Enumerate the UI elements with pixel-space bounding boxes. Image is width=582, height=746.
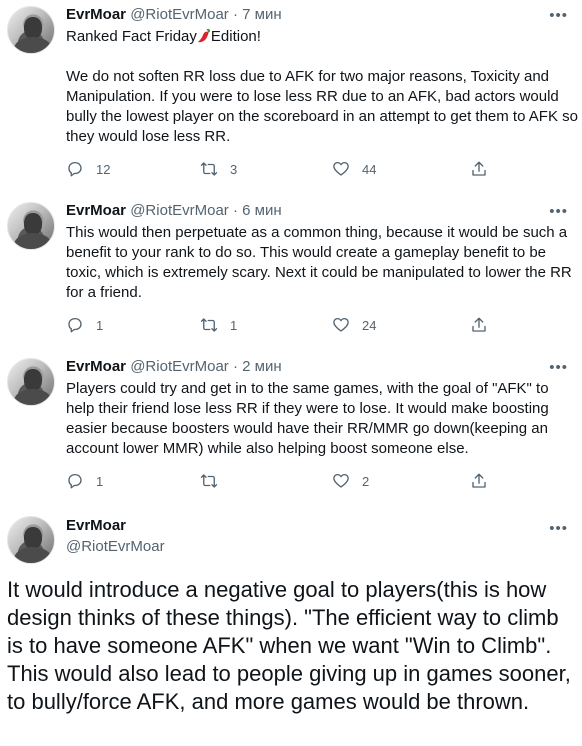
tweet-title: Ranked Fact Friday: [66, 28, 197, 45]
separator-dot: ·: [232, 202, 238, 219]
reply-count: 12: [96, 161, 111, 177]
reply-icon: [68, 317, 82, 333]
share-button[interactable]: [470, 471, 488, 491]
retweet-icon: [200, 318, 218, 332]
share-icon: [472, 473, 486, 488]
more-horizontal-icon[interactable]: •••: [549, 360, 568, 375]
tweet-header: EvrMoar @RiotEvrMoar · 2 мин: [66, 357, 282, 377]
user-handle[interactable]: @RiotEvrMoar: [130, 202, 229, 219]
tweet-text: Players could try and get in to the same…: [66, 379, 578, 459]
tweet-body: We do not soften RR loss due to AFK for …: [66, 68, 578, 145]
user-handle[interactable]: @RiotEvrMoar: [130, 358, 229, 375]
share-button[interactable]: [470, 315, 488, 335]
more-horizontal-icon[interactable]: •••: [549, 8, 568, 23]
user-handle[interactable]: @RiotEvrMoar: [130, 6, 229, 23]
tweet-header: EvrMoar @RiotEvrMoar · 6 мин: [66, 201, 282, 221]
retweet-button[interactable]: 3: [200, 159, 237, 179]
retweet-button[interactable]: 1: [200, 315, 237, 335]
share-button[interactable]: [470, 159, 488, 179]
tweet-actions: 1 2: [66, 471, 506, 491]
retweet-count: 3: [230, 161, 238, 177]
like-button[interactable]: 24: [332, 315, 376, 335]
chili-pepper-emoji: [197, 28, 210, 43]
timestamp[interactable]: 2 мин: [242, 358, 282, 375]
reply-button[interactable]: 1: [66, 471, 103, 491]
reply-icon: [68, 473, 82, 489]
tweet-actions: 12 3 44: [66, 159, 506, 179]
retweet-icon: [200, 162, 218, 176]
reply-button[interactable]: 12: [66, 159, 110, 179]
reply-button[interactable]: 1: [66, 315, 103, 335]
heart-icon: [333, 473, 349, 488]
tweet-body: Players could try and get in to the same…: [66, 380, 549, 457]
like-count: 44: [362, 161, 377, 177]
more-horizontal-icon[interactable]: •••: [549, 204, 568, 219]
more-horizontal-icon[interactable]: •••: [549, 521, 568, 536]
display-name[interactable]: EvrMoar: [66, 6, 126, 23]
display-name[interactable]: EvrMoar: [66, 516, 126, 536]
like-button[interactable]: 2: [332, 471, 369, 491]
retweet-button[interactable]: [200, 471, 230, 491]
reply-icon: [68, 161, 82, 177]
reply-count: 1: [96, 473, 104, 489]
retweet-icon: [200, 474, 218, 488]
reply-count: 1: [96, 317, 104, 333]
tweet-header: EvrMoar @RiotEvrMoar · 7 мин: [66, 5, 282, 25]
tweet-text: Ranked Fact Friday Edition! We do not sof…: [66, 27, 578, 147]
avatar[interactable]: [7, 6, 55, 54]
separator-dot: ·: [232, 358, 238, 375]
share-icon: [472, 161, 486, 176]
timestamp[interactable]: 7 мин: [242, 6, 282, 23]
tweet-text: This would then perpetuate as a common t…: [66, 223, 578, 303]
tweet-body-large: It would introduce a negative goal to pl…: [7, 577, 571, 714]
like-count: 2: [362, 473, 370, 489]
display-name[interactable]: EvrMoar: [66, 202, 126, 219]
retweet-count: 1: [230, 317, 238, 333]
tweet-body: This would then perpetuate as a common t…: [66, 224, 572, 301]
display-name[interactable]: EvrMoar: [66, 358, 126, 375]
heart-icon: [333, 317, 349, 332]
like-count: 24: [362, 317, 377, 333]
separator-dot: ·: [232, 6, 238, 23]
user-handle[interactable]: @RiotEvrMoar: [66, 537, 165, 557]
avatar[interactable]: [7, 202, 55, 250]
heart-icon: [333, 161, 349, 176]
avatar[interactable]: [7, 516, 55, 564]
share-icon: [472, 317, 486, 332]
tweet-title-end: Edition!: [210, 28, 261, 45]
tweet-actions: 1 1 24: [66, 315, 506, 335]
timestamp[interactable]: 6 мин: [242, 202, 282, 219]
avatar[interactable]: [7, 358, 55, 406]
like-button[interactable]: 44: [332, 159, 376, 179]
